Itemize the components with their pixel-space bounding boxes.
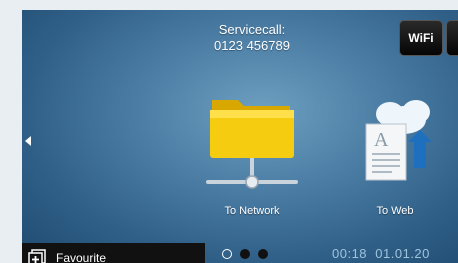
left-arrow-icon[interactable]	[25, 136, 31, 146]
favourite-label: Favourite	[56, 251, 107, 263]
status-clock: 00:18 01.01.20	[332, 246, 430, 261]
to-network-label: To Network	[224, 205, 280, 217]
document-cloud-icon: A	[365, 100, 432, 181]
service-call-number: 0123 456789	[214, 38, 290, 53]
page-dot-2[interactable]	[240, 249, 250, 259]
screen: Servicecall: 0123 456789 WiFi To Network	[22, 10, 458, 263]
page-dot-3[interactable]	[258, 249, 268, 259]
status-date: 01.01.20	[375, 246, 430, 261]
page-dot-1[interactable]	[222, 249, 232, 259]
folder-network-icon	[206, 100, 298, 189]
favourite-button[interactable]: Favourite	[22, 243, 205, 263]
wifi-button[interactable]: WiFi	[399, 20, 443, 56]
to-web-label: To Web	[376, 205, 414, 217]
service-call-label: Servicecall:	[218, 22, 286, 37]
to-web-tile[interactable]: A To Web	[352, 94, 438, 217]
to-network-tile[interactable]: To Network	[204, 94, 300, 217]
wifi-button-label: WiFi	[408, 31, 434, 45]
page-indicator	[222, 249, 268, 259]
menu-button[interactable]	[446, 20, 458, 56]
service-call-info: Servicecall: 0123 456789	[182, 22, 322, 54]
svg-text:A: A	[374, 129, 389, 151]
favourite-add-icon	[28, 249, 46, 263]
status-time: 00:18	[332, 246, 368, 261]
